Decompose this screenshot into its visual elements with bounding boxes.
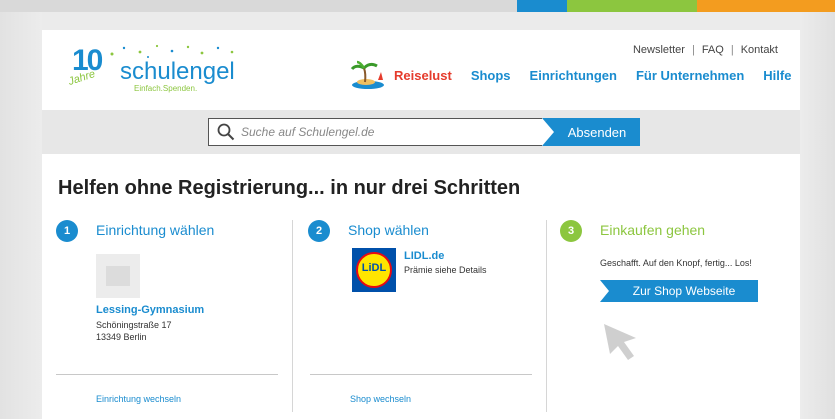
search-band: Absenden <box>42 110 800 154</box>
shop-prize-text: Prämie siehe Details <box>404 265 487 275</box>
nav-shops[interactable]: Shops <box>471 68 511 83</box>
step-3-title: Einkaufen gehen <box>600 222 706 238</box>
nav-fuer-unternehmen[interactable]: Für Unternehmen <box>636 68 744 83</box>
schulengel-logo[interactable]: 10 Jahre schulengel Einfach.Spenden. <box>62 40 242 96</box>
lidl-logo[interactable]: LiDL <box>352 248 396 292</box>
step-2-number: 2 <box>308 220 330 242</box>
column-divider <box>292 220 293 412</box>
change-institution-link[interactable]: Einrichtung wechseln <box>96 394 181 404</box>
change-shop-link[interactable]: Shop wechseln <box>350 394 411 404</box>
step-1-title: Einrichtung wählen <box>96 222 215 238</box>
main-nav: Reiselust Shops Einrichtungen Für Untern… <box>348 60 791 90</box>
divider-line <box>56 374 278 375</box>
newsletter-link[interactable]: Newsletter <box>629 44 689 56</box>
school-street: Schöningstraße 17 <box>96 320 172 330</box>
step-3-column: 3 Einkaufen gehen Geschafft. Auf den Kno… <box>560 220 790 412</box>
nav-reiselust[interactable]: Reiselust <box>394 68 452 83</box>
search-input[interactable] <box>241 123 531 141</box>
step-3-description: Geschafft. Auf den Knopf, fertig... Los! <box>600 258 752 268</box>
palm-island-icon <box>350 60 384 89</box>
search-icon <box>217 123 235 141</box>
step-2-title: Shop wählen <box>348 222 429 238</box>
nav-hilfe[interactable]: Hilfe <box>763 68 791 83</box>
step-3-number: 3 <box>560 220 582 242</box>
step-2-column: 2 Shop wählen LiDL LIDL.de Prämie siehe … <box>308 220 544 412</box>
page-content: 10 Jahre schulengel Einfach.Spenden. New… <box>42 30 800 419</box>
search-submit-button[interactable]: Absenden <box>542 118 640 146</box>
lidl-logo-text: LiDL <box>361 262 387 274</box>
column-divider <box>546 220 547 412</box>
background-right <box>800 0 835 419</box>
color-bar-orange <box>697 0 835 12</box>
divider-line <box>310 374 532 375</box>
step-1-column: 1 Einrichtung wählen Lessing-Gymnasium S… <box>56 220 292 412</box>
cursor-arrow-icon <box>604 324 636 360</box>
step-1-number: 1 <box>56 220 78 242</box>
faq-link[interactable]: FAQ <box>698 44 728 56</box>
page-title: Helfen ohne Registrierung... in nur drei… <box>58 177 521 199</box>
color-bar-blue <box>517 0 567 12</box>
school-address: Schöningstraße 17 13349 Berlin <box>96 319 172 343</box>
shop-name-link[interactable]: LIDL.de <box>404 250 444 262</box>
school-placeholder-image <box>96 254 140 298</box>
go-to-shop-button[interactable]: Zur Shop Webseite <box>600 280 758 302</box>
background-left <box>0 0 42 419</box>
top-links: Newsletter | FAQ | Kontakt <box>629 44 782 56</box>
school-name-link[interactable]: Lessing-Gymnasium <box>96 304 204 316</box>
top-color-strip <box>0 0 835 12</box>
search-box <box>208 118 542 146</box>
logo-tagline: Einfach.Spenden. <box>134 84 198 93</box>
school-city: 13349 Berlin <box>96 332 147 342</box>
color-bar-green <box>567 0 697 12</box>
nav-einrichtungen[interactable]: Einrichtungen <box>530 68 617 83</box>
logo-wordmark: schulengel <box>120 58 235 85</box>
kontakt-link[interactable]: Kontakt <box>737 44 782 56</box>
